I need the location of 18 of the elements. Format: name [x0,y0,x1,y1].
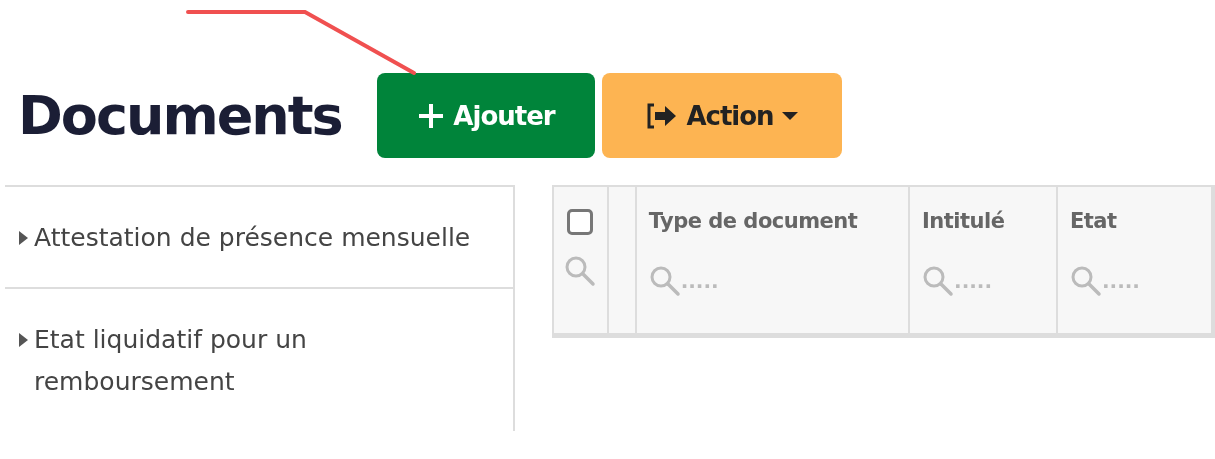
search-icon [922,265,955,297]
search-icon [648,265,681,297]
action-button[interactable]: Action [602,73,842,158]
column-header[interactable]: Type de document [648,209,897,237]
select-all-checkbox[interactable] [567,209,594,235]
sidebar-item[interactable]: Etat liquidatif pour un remboursement [34,319,499,403]
search-icon [1069,265,1102,297]
column-header[interactable]: Etat [1069,209,1199,237]
page-title: Documents [18,84,343,147]
filter-field[interactable]: ..... [954,269,1025,293]
add-button[interactable]: Ajouter [377,73,595,158]
caret-down-icon [781,110,798,121]
column-header[interactable]: Intitulé [922,209,1044,237]
sidebar-item[interactable]: Attestation de présence mensuelle [34,217,471,259]
filter-field[interactable]: ..... [680,269,751,293]
search-icon [564,255,597,287]
filter-field[interactable]: ..... [1101,269,1172,293]
plus-icon [417,101,446,130]
